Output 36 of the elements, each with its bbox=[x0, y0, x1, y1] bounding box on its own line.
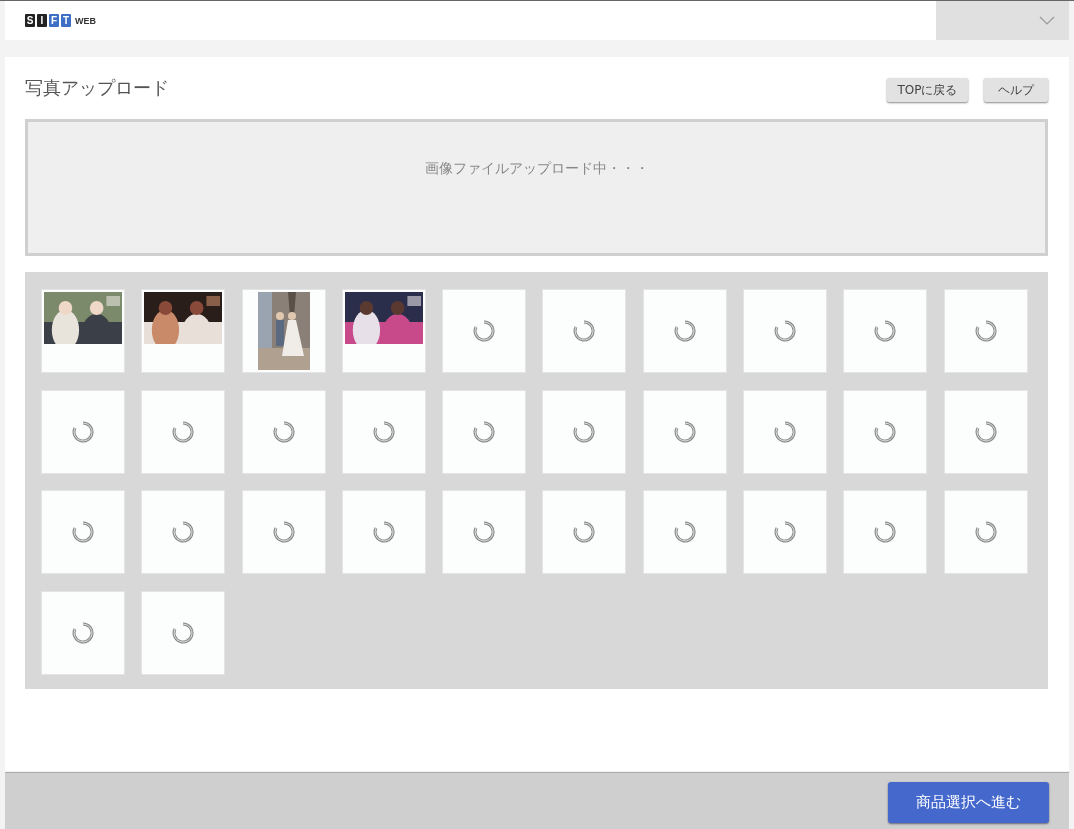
logo: S I F T WEB bbox=[25, 14, 96, 27]
loading-spinner-icon bbox=[473, 420, 496, 443]
loading-spinner-icon bbox=[473, 320, 496, 342]
chevron-down-icon bbox=[1039, 16, 1055, 25]
loading-spinner-icon bbox=[774, 420, 797, 443]
loading-spinner-icon bbox=[774, 320, 797, 342]
loading-spinner-icon bbox=[72, 521, 94, 543]
loading-spinner-icon bbox=[372, 521, 395, 543]
loading-spinner-icon bbox=[974, 420, 997, 443]
loading-spinner-icon bbox=[473, 521, 496, 543]
loading-spinner-icon bbox=[172, 621, 195, 644]
loading-spinner-icon bbox=[72, 420, 94, 443]
loading-spinner-icon bbox=[974, 320, 997, 342]
next-button[interactable]: 商品選択へ進む bbox=[888, 782, 1049, 823]
upload-status: 画像ファイルアップロード中・・・ bbox=[424, 159, 649, 178]
loading-spinner-icon bbox=[172, 521, 195, 543]
header-button[interactable]: TOPに戻る bbox=[887, 78, 968, 102]
loading-spinner-icon bbox=[673, 521, 696, 543]
loading-spinner-icon bbox=[172, 420, 195, 443]
loading-spinner-icon bbox=[573, 521, 596, 543]
loading-spinner-icon bbox=[72, 621, 94, 644]
menu-toggle[interactable] bbox=[936, 1, 1069, 40]
page-title: 写真アップロード bbox=[25, 77, 169, 99]
loading-spinner-icon bbox=[673, 320, 696, 342]
loading-spinner-icon bbox=[673, 420, 696, 443]
loading-spinner-icon bbox=[272, 521, 295, 543]
loading-spinner-icon bbox=[272, 420, 295, 443]
loading-spinner-icon bbox=[774, 521, 797, 543]
loading-spinner-icon bbox=[372, 420, 395, 443]
loading-spinner-icon bbox=[874, 420, 897, 443]
loading-spinner-icon bbox=[874, 521, 897, 543]
loading-spinner-icon bbox=[974, 521, 997, 543]
loading-spinner-icon bbox=[874, 320, 897, 342]
loading-spinner-icon bbox=[573, 420, 596, 443]
loading-spinner-icon bbox=[573, 320, 596, 342]
header-button[interactable]: ヘルプ bbox=[984, 78, 1048, 102]
